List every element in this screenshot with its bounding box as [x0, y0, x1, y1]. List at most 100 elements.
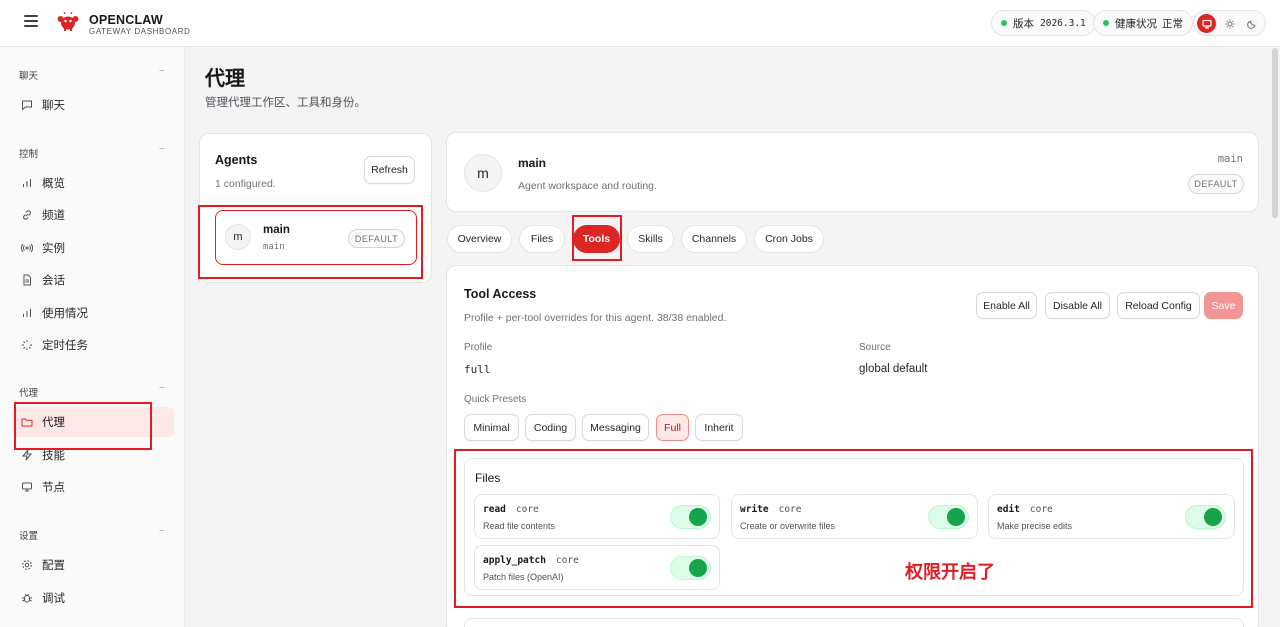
page-title: 代理: [205, 68, 245, 90]
tab-overview[interactable]: Overview: [447, 225, 512, 253]
sidebar-item-usage[interactable]: 使用情况: [12, 298, 174, 328]
refresh-button[interactable]: Refresh: [364, 156, 415, 184]
sidebar-item-label: 概览: [42, 178, 65, 190]
tool-description: Read file contents: [483, 521, 556, 531]
tool-name: write: [740, 504, 769, 515]
enable-all-button[interactable]: Enable All: [976, 292, 1037, 319]
sidebar-item-label: 使用情况: [42, 308, 88, 320]
health-value: 正常: [1162, 17, 1183, 30]
files-tool-group: Files read core Read file contents write c…: [464, 458, 1244, 596]
brand-name: OPENCLAW: [89, 13, 163, 27]
tool-access-subtitle: Profile + per-tool overrides for this ag…: [464, 312, 727, 324]
sidebar-section-settings: 设置: [19, 531, 39, 542]
status-dot-icon: [1001, 20, 1007, 26]
agents-panel: Agents 1 configured. Refresh m main main…: [199, 133, 432, 283]
sidebar-item-label: 实例: [42, 243, 65, 255]
sidebar-item-overview[interactable]: 概览: [12, 168, 174, 198]
lobster-logo-icon: [57, 12, 79, 31]
monitor-theme-icon[interactable]: [1197, 14, 1216, 33]
menu-icon[interactable]: [24, 15, 38, 27]
status-dot-icon: [1103, 20, 1109, 26]
preset-minimal-button[interactable]: Minimal: [464, 414, 519, 441]
health-label: 健康状况: [1115, 17, 1157, 30]
sidebar-item-label: 聊天: [42, 100, 65, 112]
preset-full-button[interactable]: Full: [656, 414, 689, 441]
preset-messaging-button[interactable]: Messaging: [582, 414, 649, 441]
save-button[interactable]: Save: [1204, 292, 1243, 319]
moon-icon[interactable]: [1242, 14, 1261, 33]
disable-all-button[interactable]: Disable All: [1045, 292, 1110, 319]
reload-config-button[interactable]: Reload Config: [1117, 292, 1200, 319]
sidebar-item-label: 调试: [42, 593, 65, 605]
tool-name: apply_patch: [483, 555, 546, 566]
sidebar-item-skills[interactable]: 技能: [12, 440, 174, 470]
preset-coding-button[interactable]: Coding: [525, 414, 576, 441]
agent-header-card: m main Agent workspace and routing. main…: [446, 132, 1259, 212]
sidebar-item-agents[interactable]: 代理: [12, 407, 174, 437]
files-group-title: Files: [475, 471, 501, 485]
collapse-icon[interactable]: −: [159, 383, 165, 394]
file-icon: [20, 274, 33, 287]
tool-description: Create or overwrite files: [740, 521, 836, 531]
tool-edit: edit core Make precise edits: [988, 494, 1235, 539]
version-label: 版本: [1013, 17, 1034, 30]
version-pill: 版本 2026.3.1: [991, 10, 1096, 36]
tool-description: Patch files (OpenAI): [483, 572, 564, 582]
tool-toggle[interactable]: [928, 505, 969, 529]
sidebar-item-cron[interactable]: 定时任务: [12, 330, 174, 360]
sidebar-item-sessions[interactable]: 会话: [12, 265, 174, 295]
avatar: m: [464, 154, 502, 192]
tool-toggle[interactable]: [670, 556, 711, 580]
collapse-icon[interactable]: −: [159, 526, 165, 537]
tab-cron-jobs[interactable]: Cron Jobs: [754, 225, 824, 253]
sidebar-item-channels[interactable]: 频道: [12, 200, 174, 230]
next-tool-group: [464, 618, 1244, 627]
collapse-icon[interactable]: −: [159, 144, 165, 155]
agent-id: main: [263, 242, 285, 252]
tool-toggle[interactable]: [1185, 505, 1226, 529]
preset-inherit-button[interactable]: Inherit: [695, 414, 743, 441]
tool-name: read: [483, 504, 506, 515]
sidebar-item-debug[interactable]: 调试: [12, 583, 174, 613]
default-badge: DEFAULT: [1188, 174, 1244, 194]
bar-chart-icon: [20, 177, 33, 190]
agent-name: main: [263, 224, 290, 236]
sidebar-item-nodes[interactable]: 节点: [12, 472, 174, 502]
tool-apply-patch: apply_patch core Patch files (OpenAI): [474, 545, 720, 590]
sidebar-item-instances[interactable]: 实例: [12, 233, 174, 263]
folder-icon: [20, 416, 33, 429]
avatar: m: [225, 224, 251, 250]
zap-icon: [20, 449, 33, 462]
tool-write: write core Create or overwrite files: [731, 494, 978, 539]
sidebar-item-label: 技能: [42, 450, 65, 462]
sidebar-section-chat: 聊天: [19, 71, 39, 82]
scrollbar[interactable]: [1272, 48, 1278, 218]
agent-name: main: [518, 156, 547, 170]
toggle-knob: [689, 508, 707, 526]
tab-skills[interactable]: Skills: [627, 225, 674, 253]
sidebar-item-label: 定时任务: [42, 340, 88, 352]
toggle-knob: [947, 508, 965, 526]
bar-chart-icon: [20, 307, 33, 320]
collapse-icon[interactable]: −: [159, 66, 165, 77]
tool-name: edit: [997, 504, 1020, 515]
sidebar-item-chat[interactable]: 聊天: [12, 90, 174, 120]
tool-tag: core: [778, 504, 802, 515]
toggle-knob: [689, 559, 707, 577]
annotation-text: 权限开启了: [905, 562, 995, 583]
presets-label: Quick Presets: [464, 394, 527, 405]
toggle-knob: [1204, 508, 1222, 526]
profile-label: Profile: [464, 342, 493, 353]
tool-toggle[interactable]: [670, 505, 711, 529]
tool-tag: core: [515, 504, 539, 515]
message-icon: [20, 99, 33, 112]
tab-channels[interactable]: Channels: [681, 225, 747, 253]
tab-tools[interactable]: Tools: [573, 225, 620, 253]
sidebar-section-control: 控制: [19, 149, 39, 160]
tab-files[interactable]: Files: [519, 225, 565, 253]
version-value: 2026.3.1: [1040, 17, 1086, 29]
theme-switcher: [1193, 10, 1266, 36]
sidebar-item-config[interactable]: 配置: [12, 550, 174, 580]
agent-list-item[interactable]: m main main DEFAULT: [215, 210, 417, 265]
sun-icon[interactable]: [1220, 14, 1239, 33]
